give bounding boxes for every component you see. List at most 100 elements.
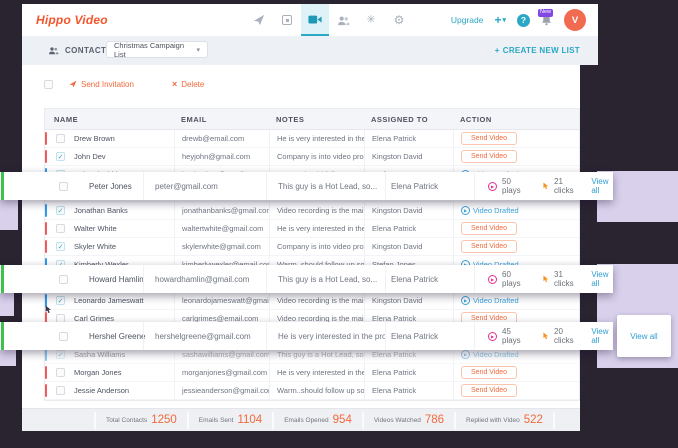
play-circle-icon: ▶ [461,350,470,359]
send-video-button[interactable]: Send Video [461,240,517,253]
table-row[interactable]: Drew Brown drewb@email.com He is very in… [45,130,579,148]
contact-name: Hershel Greene [89,332,145,341]
nav-tab-settings[interactable]: ⚙ [385,4,413,36]
video-drafted-status: ▶ Video Drafted [461,206,519,215]
contact-name: Howard Hamlin [89,275,144,284]
quick-add-button[interactable]: +▾ [494,13,506,27]
notifications-button[interactable]: New [541,13,553,27]
row-checkbox[interactable]: ✓ [56,206,65,215]
row-checkbox[interactable]: ✓ [56,242,65,251]
play-circle-icon: ▶ [461,296,470,305]
action-cell: Send Video [453,148,579,165]
table-row[interactable]: ✓ John Dev heyjohn@gmail.com Company is … [45,148,579,166]
table-row[interactable]: ✓ Leonardo Jameswatt leonardojameswatt@g… [45,292,579,310]
contact-email: skylerwhite@gmail.com [174,238,269,255]
top-right-cluster: Upgrade +▾ ? New V [451,4,586,36]
table-header: NAME EMAIL NOTES ASSIGNED TO ACTION [45,109,579,130]
table-row[interactable]: Walter White waltertwhite@gmail.com He i… [45,220,579,238]
video-stats: ▶ 50 plays 21 clicks View all [474,172,613,200]
select-all-checkbox[interactable] [44,80,53,89]
row-checkbox[interactable] [59,275,68,284]
dragged-row-overlay[interactable]: Howard Hamlin howardhamlin@gmail.com Thi… [0,265,613,293]
send-video-button[interactable]: Send Video [461,132,517,145]
list-select-dropdown[interactable]: Christmas Campaign List ▾ [106,41,208,58]
plays-count: 60 plays [502,270,526,288]
plays-count: 50 plays [502,177,526,195]
contact-name: Sasha Williams [74,350,125,359]
table-row[interactable]: ✓ Jonathan Banks jonathanbanks@gmail.com… [45,202,579,220]
status-color-bar [45,222,47,235]
send-icon [69,80,77,88]
dragged-row-overlay[interactable]: Hershel Greene hershelgreene@gmail.com H… [0,322,613,350]
background-page-fragment [0,198,18,230]
row-checkbox[interactable]: ✓ [56,350,65,359]
video-stats: ▶ 45 plays 20 clicks View all [474,322,613,350]
send-invitation-button[interactable]: Send Invitation [69,80,134,89]
action-cell: Send Video [453,364,579,381]
create-new-list-button[interactable]: + CREATE NEW LIST [495,36,580,65]
contact-notes: This guy is a Hot Lead, so... [266,172,385,200]
table-row[interactable]: ✓ Skyler White skylerwhite@gmail.com Com… [45,238,579,256]
action-cell: Send Video [453,238,579,255]
row-checkbox[interactable] [56,386,65,395]
video-drafted-status: ▶ Video Drafted [461,350,519,359]
floating-view-all-card[interactable]: View all [617,315,671,357]
help-icon[interactable]: ? [517,14,530,27]
view-all-link[interactable]: View all [591,270,613,288]
view-all-link[interactable]: View all [591,177,613,195]
bulk-actions-toolbar: Send Invitation × Delete [44,76,204,92]
contact-notes: Warm..should follow up so... [269,382,364,399]
status-color-bar [45,366,47,379]
status-color-bar [45,240,47,253]
contact-name: Jessie Anderson [74,386,129,395]
contact-notes: This guy is a Hot Lead, so... [266,265,385,293]
row-checkbox[interactable] [56,368,65,377]
video-stats: ▶ 60 plays 31 clicks View all [474,265,613,293]
assigned-to: Kingston David [364,238,453,255]
contact-email: leonardojameswatt@gmail.com [174,292,269,309]
assigned-to: Kingston David [364,148,453,165]
assigned-to: Elena Patrick [364,220,453,237]
contact-notes: Company is into video produ... [269,238,364,255]
row-checkbox[interactable]: ✓ [56,152,65,161]
row-checkbox[interactable]: ✓ [56,296,65,305]
top-nav-bar: Hippo Video ✳ ⚙ Upgrade +▾ ? [22,4,598,37]
nav-tab-contacts[interactable] [329,4,357,36]
nav-tab-send[interactable] [245,4,273,36]
send-video-button[interactable]: Send Video [461,222,517,235]
contact-notes: He is very interested in the prod... [269,130,364,147]
stat-emails-opened: Emails Opened 954 [272,412,362,429]
stat-total-contacts: Total Contacts 1250 [94,412,187,429]
send-video-button[interactable]: Send Video [461,384,517,397]
contact-email: morganjones@gmail.com [174,364,269,381]
chevron-down-icon: ▾ [502,16,506,24]
delete-button[interactable]: × Delete [172,79,204,89]
view-all-link[interactable]: View all [591,327,613,345]
assigned-to: Elena Patrick [364,364,453,381]
hippo-video-logo: Hippo Video [36,13,108,27]
click-cursor-icon [542,274,549,284]
contact-list-icon [48,46,59,55]
row-checkbox[interactable] [59,332,68,341]
avatar[interactable]: V [564,9,586,31]
dragged-row-overlay[interactable]: Peter Jones peter@gmail.com This guy is … [0,172,613,200]
upgrade-link[interactable]: Upgrade [451,15,484,25]
contact-name: Jonathan Banks [74,206,128,215]
chevron-down-icon: ▾ [196,46,200,54]
screen: Hippo Video ✳ ⚙ Upgrade +▾ ? [0,0,678,448]
contact-email: jessieanderson@gmail.com [174,382,269,399]
row-checkbox[interactable] [59,182,68,191]
play-circle-icon: ▶ [461,206,470,215]
click-cursor-icon [542,331,549,341]
row-checkbox[interactable] [56,134,65,143]
nav-tab-videos[interactable] [301,4,329,36]
nav-tab-integrations[interactable]: ✳ [357,4,385,36]
send-video-button[interactable]: Send Video [461,150,517,163]
status-color-bar [45,204,47,217]
nav-tab-screen-recorder[interactable] [273,4,301,36]
stat-videos-watched: Videos Watched 786 [362,412,454,429]
send-video-button[interactable]: Send Video [461,366,517,379]
table-row[interactable]: Jessie Anderson jessieanderson@gmail.com… [45,382,579,400]
row-checkbox[interactable] [56,224,65,233]
table-row[interactable]: Morgan Jones morganjones@gmail.com He is… [45,364,579,382]
